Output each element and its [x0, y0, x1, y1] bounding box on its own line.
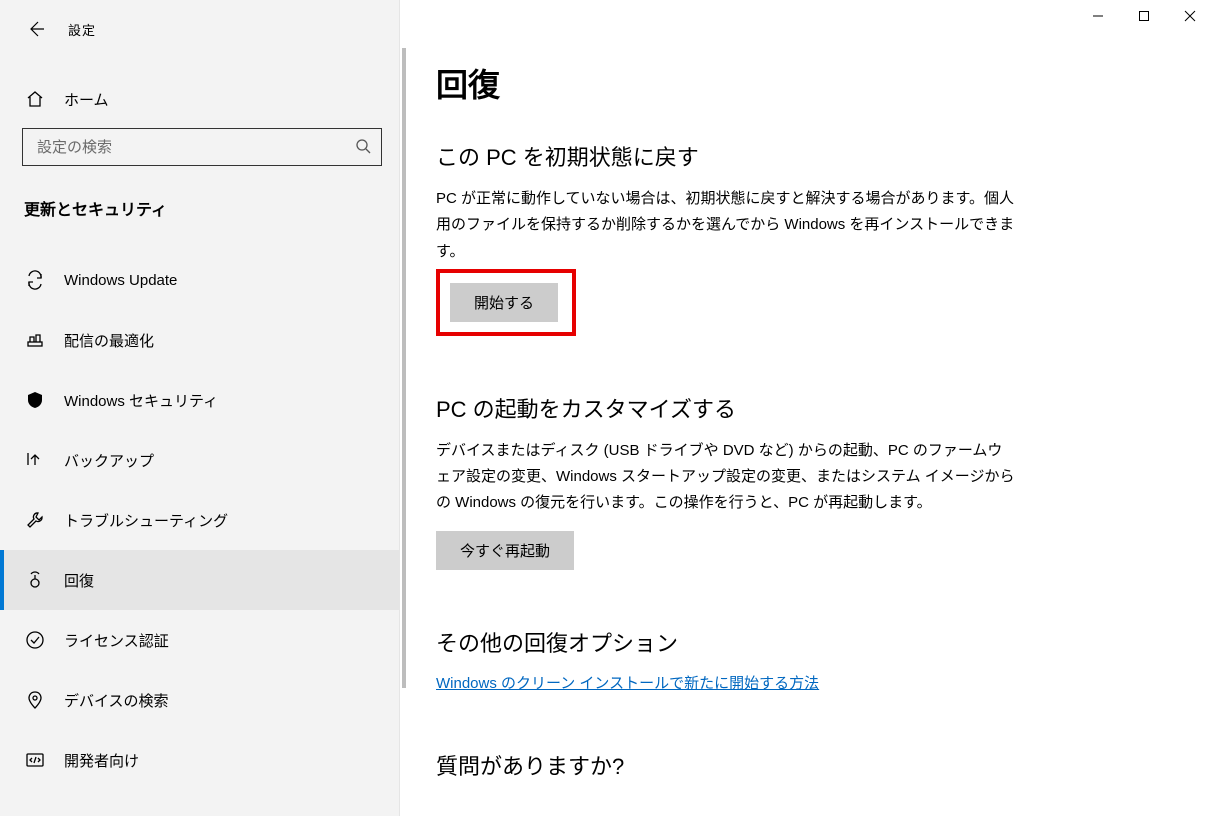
reset-start-button[interactable]: 開始する — [450, 283, 558, 322]
sidebar-item-windows-update[interactable]: Windows Update — [0, 250, 399, 310]
sidebar-item-label: ライセンス認証 — [64, 630, 169, 651]
app-title: 設定 — [68, 20, 96, 39]
sidebar-item-delivery-optimization[interactable]: 配信の最適化 — [0, 310, 399, 370]
search-icon — [355, 138, 371, 157]
sidebar: 設定 ホーム 更新とセキュリティ Windows Update — [0, 0, 400, 816]
sidebar-item-label: デバイスの検索 — [64, 690, 169, 711]
back-button[interactable] — [24, 17, 48, 41]
section-reset: この PC を初期状態に戻す PC が正常に動作していない場合は、初期状態に戻す… — [436, 140, 1177, 336]
section-heading: この PC を初期状態に戻す — [436, 140, 1177, 172]
sidebar-item-label: バックアップ — [64, 450, 154, 471]
shield-icon — [24, 389, 46, 411]
sidebar-item-troubleshoot[interactable]: トラブルシューティング — [0, 490, 399, 550]
check-circle-icon — [24, 629, 46, 651]
section-advanced-startup: PC の起動をカスタマイズする デバイスまたはディスク (USB ドライブや D… — [436, 392, 1177, 570]
home-label: ホーム — [64, 89, 109, 110]
search-input[interactable] — [22, 128, 382, 166]
search-field[interactable] — [37, 139, 355, 156]
page-title: 回復 — [436, 60, 1177, 106]
sidebar-item-windows-security[interactable]: Windows セキュリティ — [0, 370, 399, 430]
sidebar-item-for-developers[interactable]: 開発者向け — [0, 730, 399, 790]
section-heading: 質問がありますか? — [436, 749, 1177, 781]
wrench-icon — [24, 509, 46, 531]
location-icon — [24, 689, 46, 711]
highlight-annotation: 開始する — [436, 269, 576, 336]
window-controls — [1075, 0, 1213, 32]
sync-icon — [24, 269, 46, 291]
sidebar-item-label: Windows セキュリティ — [64, 390, 218, 411]
section-heading: PC の起動をカスタマイズする — [436, 392, 1177, 424]
sidebar-item-label: 配信の最適化 — [64, 330, 154, 351]
sidebar-item-backup[interactable]: バックアップ — [0, 430, 399, 490]
section-more-options: その他の回復オプション Windows のクリーン インストールで新たに開始する… — [436, 626, 1177, 693]
section-heading: その他の回復オプション — [436, 626, 1177, 658]
maximize-button[interactable] — [1121, 0, 1167, 32]
section-body: デバイスまたはディスク (USB ドライブや DVD など) からの起動、PC … — [436, 438, 1016, 517]
backup-icon — [24, 449, 46, 471]
delivery-icon — [24, 329, 46, 351]
section-body: PC が正常に動作していない場合は、初期状態に戻すと解決する場合があります。個人… — [436, 186, 1016, 265]
category-title: 更新とセキュリティ — [0, 166, 399, 230]
home-button[interactable]: ホーム — [0, 78, 399, 120]
sidebar-item-label: Windows Update — [64, 272, 177, 289]
nav-list: Windows Update 配信の最適化 Windows セキュリティ バック… — [0, 250, 399, 790]
sidebar-item-label: 回復 — [64, 570, 94, 591]
sidebar-item-label: トラブルシューティング — [64, 510, 228, 531]
section-questions: 質問がありますか? — [436, 749, 1177, 781]
recovery-icon — [24, 569, 46, 591]
sidebar-item-find-my-device[interactable]: デバイスの検索 — [0, 670, 399, 730]
minimize-button[interactable] — [1075, 0, 1121, 32]
close-button[interactable] — [1167, 0, 1213, 32]
home-icon — [24, 88, 46, 110]
sidebar-item-label: 開発者向け — [64, 750, 139, 771]
content: 回復 この PC を初期状態に戻す PC が正常に動作していない場合は、初期状態… — [400, 0, 1213, 816]
fresh-start-link[interactable]: Windows のクリーン インストールで新たに開始する方法 — [436, 675, 819, 692]
restart-now-button[interactable]: 今すぐ再起動 — [436, 531, 574, 570]
code-icon — [24, 749, 46, 771]
sidebar-item-recovery[interactable]: 回復 — [0, 550, 399, 610]
sidebar-item-activation[interactable]: ライセンス認証 — [0, 610, 399, 670]
